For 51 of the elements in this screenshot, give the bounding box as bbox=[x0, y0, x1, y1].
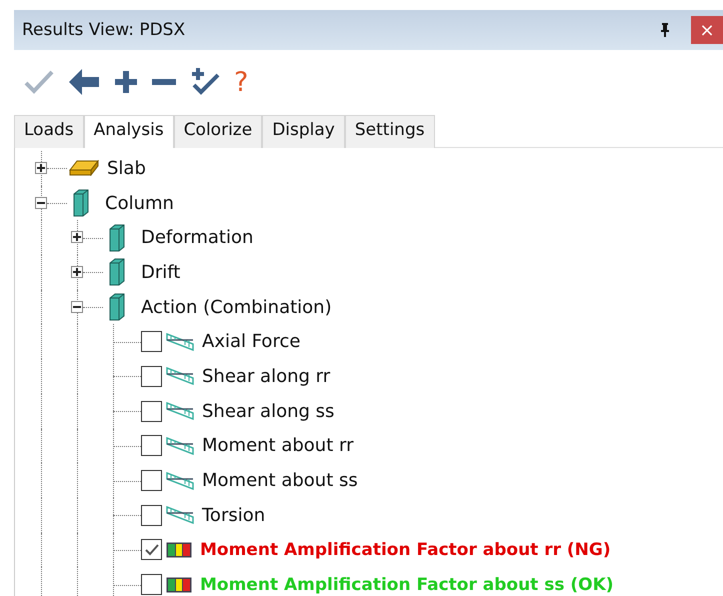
tree-item[interactable]: Drift bbox=[141, 262, 180, 283]
expander-icon[interactable] bbox=[71, 231, 83, 244]
help-button[interactable]: ? bbox=[234, 68, 248, 96]
checkbox[interactable] bbox=[141, 331, 162, 352]
tab[interactable]: Colorize bbox=[174, 115, 262, 148]
tree-item[interactable]: Moment about ss bbox=[202, 470, 358, 492]
tree-item[interactable]: Action (Combination) bbox=[141, 296, 332, 318]
minus-icon[interactable] bbox=[152, 78, 176, 86]
tab[interactable]: Display bbox=[262, 115, 345, 148]
diagram-icon bbox=[166, 367, 194, 386]
expander-icon[interactable] bbox=[71, 266, 83, 278]
column-icon bbox=[109, 224, 125, 252]
checkbox[interactable] bbox=[141, 470, 162, 492]
tab[interactable]: Settings bbox=[344, 115, 435, 148]
diagram-icon bbox=[166, 436, 194, 455]
column-icon bbox=[109, 293, 125, 322]
column-icon bbox=[73, 189, 89, 218]
close-button[interactable]: × bbox=[691, 16, 723, 44]
tree-item[interactable]: Moment Amplification Factor about rr (NG) bbox=[200, 540, 611, 560]
column-icon bbox=[109, 258, 125, 286]
tree-item[interactable]: Axial Force bbox=[202, 331, 300, 352]
back-arrow-icon[interactable] bbox=[68, 68, 100, 96]
tree-item[interactable]: Column bbox=[105, 192, 174, 214]
tree-item[interactable]: Shear along ss bbox=[202, 400, 334, 422]
ratio-icon bbox=[166, 542, 192, 558]
slab-icon bbox=[69, 160, 99, 176]
checkbox[interactable] bbox=[141, 539, 162, 560]
expander-icon[interactable] bbox=[71, 300, 83, 313]
diagram-icon bbox=[166, 332, 194, 351]
tree-item[interactable]: Moment about rr bbox=[202, 435, 354, 456]
ratio-icon bbox=[166, 576, 192, 593]
tree-item[interactable]: Deformation bbox=[141, 227, 254, 248]
checkbox[interactable] bbox=[141, 504, 162, 526]
tree-item[interactable]: Slab bbox=[107, 158, 146, 179]
tree-item[interactable]: Torsion bbox=[202, 504, 266, 526]
check-plus-icon[interactable] bbox=[190, 67, 220, 97]
checkbox[interactable] bbox=[141, 366, 162, 387]
plus-icon[interactable] bbox=[114, 70, 138, 94]
diagram-icon bbox=[166, 402, 194, 420]
expander-icon[interactable] bbox=[35, 162, 47, 174]
checkbox[interactable] bbox=[141, 400, 162, 422]
expander-icon[interactable] bbox=[35, 196, 47, 209]
checkbox[interactable] bbox=[141, 574, 162, 596]
checkbox[interactable] bbox=[141, 435, 162, 456]
tab[interactable]: Loads bbox=[14, 115, 84, 148]
tree-item[interactable]: Shear along rr bbox=[202, 366, 330, 387]
diagram-icon bbox=[166, 472, 194, 490]
tab[interactable]: Analysis bbox=[84, 115, 174, 148]
diagram-icon bbox=[166, 506, 194, 524]
window-title: Results View: PDSX bbox=[22, 20, 186, 40]
pin-icon[interactable] bbox=[659, 22, 671, 38]
